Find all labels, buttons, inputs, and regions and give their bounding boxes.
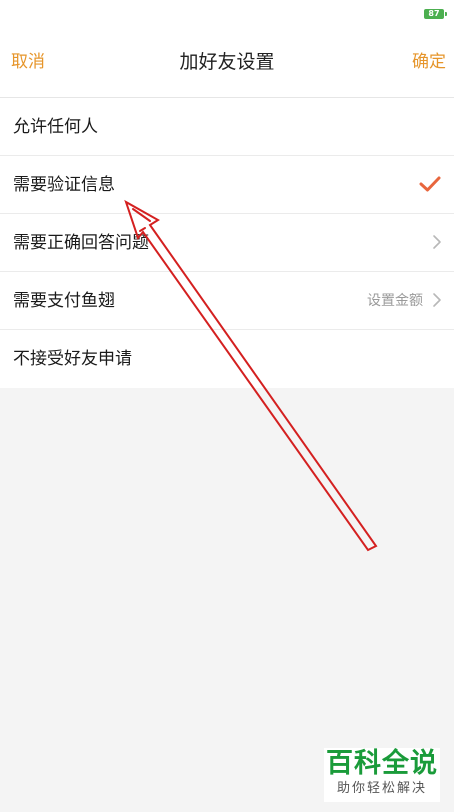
battery-icon: 87: [424, 9, 447, 19]
chevron-right-icon: [433, 235, 441, 249]
option-allow-anyone[interactable]: 允许任何人: [0, 98, 454, 156]
option-label: 不接受好友申请: [13, 349, 132, 369]
option-list: 允许任何人 需要验证信息 需要正确回答问题 需要支付鱼翅 设置金额 不接受好友申…: [0, 98, 454, 388]
option-require-answer[interactable]: 需要正确回答问题: [0, 214, 454, 272]
check-icon: [419, 176, 441, 192]
option-label: 需要正确回答问题: [13, 233, 149, 253]
option-label: 需要支付鱼翅: [13, 291, 115, 311]
page-title: 加好友设置: [179, 51, 275, 73]
confirm-button[interactable]: 确定: [412, 50, 446, 74]
nav-bar: 取消 加好友设置 确定: [0, 28, 454, 98]
watermark-main: 百科全说: [326, 748, 438, 779]
option-reject-all[interactable]: 不接受好友申请: [0, 330, 454, 388]
set-amount-hint: 设置金额: [367, 293, 423, 309]
option-require-payment[interactable]: 需要支付鱼翅 设置金额: [0, 272, 454, 330]
status-bar: 87: [0, 0, 454, 28]
watermark-logo: 百科全说 助你轻松解决: [324, 748, 440, 802]
screen: 87 取消 加好友设置 确定 允许任何人 需要验证信息 需要正确回答问题 需要支…: [0, 0, 454, 812]
chevron-right-icon: [433, 293, 441, 307]
watermark-sub: 助你轻松解决: [336, 781, 427, 796]
option-require-verification[interactable]: 需要验证信息: [0, 156, 454, 214]
option-label: 允许任何人: [13, 117, 98, 137]
option-label: 需要验证信息: [13, 175, 115, 195]
